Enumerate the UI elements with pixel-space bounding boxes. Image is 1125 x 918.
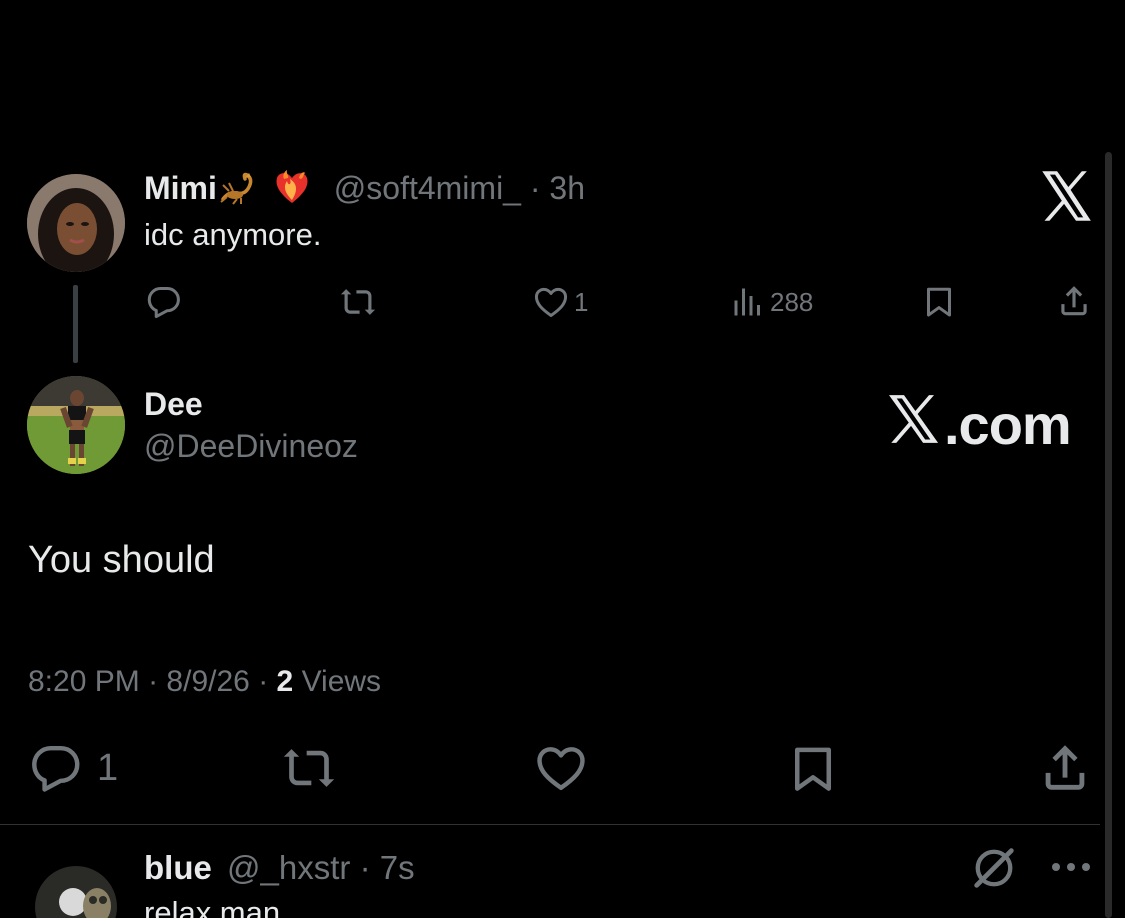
avatar-dee[interactable]	[27, 376, 125, 474]
tweet-screen: Mimi @soft4mimi_ · 3h idc anymore. 1 288…	[0, 0, 1125, 918]
heart-on-fire-emoji-icon	[273, 167, 311, 214]
divider	[0, 824, 1100, 825]
reply-icon	[147, 287, 180, 319]
main-time[interactable]: 8:20 PM	[28, 665, 140, 698]
reply-display-name[interactable]: blue	[144, 849, 212, 886]
main-tweet-text: You should	[28, 539, 215, 581]
main-like-button[interactable]	[530, 740, 592, 796]
parent-like-count: 1	[574, 286, 589, 317]
separator: ·	[359, 849, 371, 886]
more-options-icon[interactable]	[1048, 852, 1094, 887]
main-views-label[interactable]: Views	[302, 665, 381, 698]
parent-views-count: 288	[770, 286, 814, 317]
bookmark-icon	[795, 747, 831, 791]
heart-icon	[534, 287, 568, 317]
parent-tweet-text: idc anymore.	[144, 217, 322, 252]
share-icon	[1061, 286, 1087, 316]
reply-handle[interactable]: @_hxstr	[227, 849, 350, 886]
parent-views-button[interactable]: 288	[730, 283, 813, 321]
main-reply-count: 1	[97, 746, 119, 789]
parent-reply-button[interactable]	[145, 283, 187, 321]
reply-time[interactable]: 7s	[380, 849, 415, 886]
main-bookmark-button[interactable]	[786, 740, 840, 798]
main-handle[interactable]: @DeeDivineoz	[144, 426, 358, 466]
main-retweet-button[interactable]	[276, 740, 342, 796]
parent-bookmark-button[interactable]	[921, 283, 957, 321]
x-com-watermark: .com	[886, 392, 1072, 457]
x-watermark-icon	[886, 392, 942, 457]
retweet-icon	[340, 289, 376, 315]
parent-time[interactable]: 3h	[549, 170, 585, 206]
separator: ·	[148, 665, 159, 698]
parent-retweet-button[interactable]	[338, 283, 382, 321]
thread-line	[73, 285, 78, 363]
reply-icon	[32, 745, 80, 792]
avatar-mimi[interactable]	[27, 174, 125, 272]
grok-icon[interactable]	[968, 842, 1020, 899]
parent-handle[interactable]: @soft4mimi_	[334, 170, 521, 206]
main-date[interactable]: 8/9/26	[166, 665, 249, 698]
bookmark-icon	[927, 287, 951, 317]
parent-like-button[interactable]: 1	[532, 283, 588, 321]
share-icon	[1045, 745, 1085, 790]
heart-icon	[537, 747, 585, 791]
parent-tweet-header: Mimi @soft4mimi_ · 3h	[144, 167, 585, 214]
retweet-icon	[283, 749, 335, 787]
separator: ·	[258, 665, 269, 698]
main-reply-button[interactable]: 1	[27, 740, 118, 796]
reply-tweet-text: relax man	[144, 895, 281, 918]
parent-display-name[interactable]: Mimi	[144, 170, 217, 206]
views-chart-icon	[734, 288, 760, 316]
x-logo-icon	[1040, 170, 1094, 227]
main-tweet-meta: 8:20 PM · 8/9/26 · 2 Views	[28, 662, 381, 702]
main-share-button[interactable]	[1036, 738, 1094, 798]
reply-tweet-header: blue @_hxstr · 7s	[144, 847, 415, 889]
parent-share-button[interactable]	[1055, 281, 1093, 321]
avatar-blue[interactable]	[35, 866, 117, 918]
scrollbar[interactable]	[1105, 152, 1112, 918]
scorpion-emoji-icon	[219, 169, 263, 214]
separator: ·	[529, 170, 541, 206]
watermark-site-text: .com	[944, 393, 1072, 456]
main-views-count: 2	[276, 665, 294, 698]
main-display-name[interactable]: Dee	[144, 384, 203, 424]
